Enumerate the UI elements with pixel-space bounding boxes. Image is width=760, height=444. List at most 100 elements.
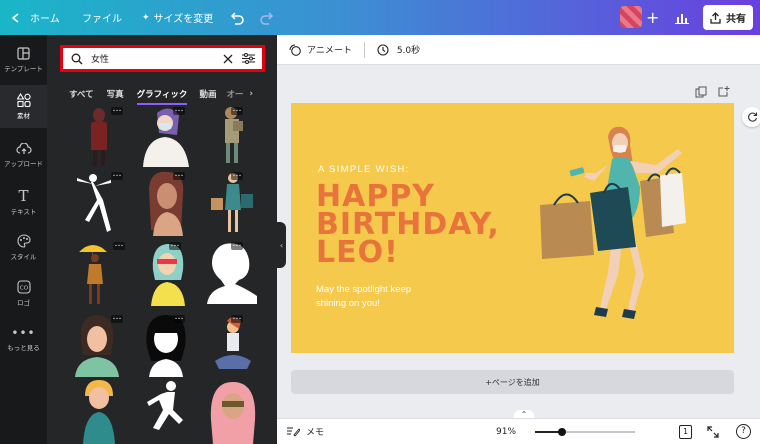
- shopping-woman-illustration[interactable]: [536, 123, 696, 338]
- more-options-icon[interactable]: …: [111, 170, 123, 180]
- rail-item-text[interactable]: T テキスト: [0, 182, 47, 222]
- rail-item-elements[interactable]: 素材: [0, 85, 47, 128]
- tab-photos[interactable]: 写真: [107, 88, 124, 100]
- bar-chart-icon: [675, 13, 689, 24]
- help-button[interactable]: ?: [736, 424, 751, 439]
- graphic-result[interactable]: …: [205, 170, 259, 234]
- add-collaborator-button[interactable]: +: [646, 0, 659, 35]
- graphic-result[interactable]: …: [77, 105, 131, 169]
- rail-label: もっと見る: [7, 344, 40, 352]
- avatar[interactable]: [620, 6, 642, 28]
- rail-item-styles[interactable]: スタイル: [0, 227, 47, 267]
- search-field[interactable]: 女性: [65, 50, 260, 67]
- rail-item-more[interactable]: ••• もっと見る: [0, 320, 47, 360]
- svg-text:CO: CO: [19, 285, 28, 291]
- refresh-icon: [747, 112, 757, 122]
- duplicate-page-icon[interactable]: [695, 86, 707, 98]
- rail-item-uploads[interactable]: アップロード: [0, 135, 47, 175]
- graphic-result[interactable]: …: [139, 170, 193, 236]
- notes-button[interactable]: メモ: [287, 425, 324, 438]
- zoom-percentage[interactable]: 91%: [496, 427, 516, 437]
- more-options-icon[interactable]: …: [231, 313, 243, 323]
- graphic-result[interactable]: [77, 380, 131, 444]
- more-options-icon[interactable]: …: [111, 313, 123, 323]
- add-page-icon[interactable]: [718, 85, 730, 97]
- more-options-icon[interactable]: …: [113, 240, 125, 250]
- graphic-result[interactable]: …: [71, 170, 125, 234]
- add-page-button[interactable]: +ページを追加: [291, 370, 734, 394]
- more-options-icon[interactable]: …: [111, 105, 123, 115]
- animate-icon: [289, 43, 301, 56]
- more-options-icon[interactable]: …: [169, 240, 181, 250]
- add-page-label: +ページを追加: [485, 377, 540, 387]
- rail-label: テキスト: [10, 207, 37, 216]
- graphic-result[interactable]: …: [71, 313, 125, 377]
- clear-icon[interactable]: [223, 54, 233, 64]
- rail-label: 素材: [17, 112, 30, 120]
- search-icon: [71, 53, 83, 64]
- resize-button[interactable]: ✦ サイズを変更: [142, 0, 213, 35]
- design-message-line1[interactable]: May the spotlight keep: [316, 283, 411, 297]
- search-input[interactable]: 女性: [91, 52, 223, 65]
- design-headline-line3[interactable]: LEO!: [316, 238, 500, 268]
- rail-item-logos[interactable]: CO ロゴ: [0, 273, 47, 313]
- share-button[interactable]: 共有: [703, 5, 753, 30]
- filter-sliders-icon[interactable]: [242, 53, 255, 64]
- tab-audio[interactable]: オー: [226, 88, 243, 100]
- notes-label: メモ: [306, 428, 325, 438]
- resize-label: サイズを変更: [153, 14, 214, 25]
- share-label: 共有: [726, 14, 746, 25]
- more-dots-icon: •••: [11, 326, 36, 340]
- more-options-icon[interactable]: …: [173, 313, 185, 323]
- cloud-upload-icon: [15, 142, 32, 154]
- more-options-icon[interactable]: …: [231, 105, 243, 115]
- bottom-bar: メモ 91% 1 ?: [277, 418, 760, 444]
- animate-label: アニメート: [307, 46, 352, 56]
- design-kicker[interactable]: A SIMPLE WISH:: [318, 164, 410, 175]
- graphic-result[interactable]: …: [205, 240, 259, 304]
- graphic-result[interactable]: [205, 380, 259, 444]
- file-label: ファイル: [82, 14, 122, 25]
- home-label: ホーム: [30, 14, 60, 25]
- chevron-right-icon[interactable]: ›: [249, 89, 253, 99]
- redo-button[interactable]: [259, 0, 275, 35]
- animate-button[interactable]: アニメート: [289, 43, 352, 56]
- rail-label: テンプレート: [4, 65, 43, 73]
- search-highlight: 女性: [60, 45, 265, 72]
- duration-label: 5.0秒: [396, 46, 421, 56]
- tab-graphics[interactable]: グラフィック: [136, 88, 188, 105]
- zoom-slider-track[interactable]: [535, 428, 635, 436]
- graphic-result[interactable]: …: [75, 240, 129, 304]
- home-button[interactable]: ホーム: [10, 0, 60, 35]
- top-bar: ホーム ファイル ✦ サイズを変更 + 共有: [0, 0, 760, 35]
- design-message-line2[interactable]: shining on you!: [316, 297, 411, 311]
- tab-all[interactable]: すべて: [69, 88, 94, 100]
- rail-label: スタイル: [10, 252, 37, 261]
- refresh-button[interactable]: [742, 107, 760, 127]
- file-menu-button[interactable]: ファイル: [82, 0, 122, 35]
- more-options-icon[interactable]: …: [173, 170, 185, 180]
- duration-button[interactable]: 5.0秒: [377, 43, 420, 56]
- insights-button[interactable]: [675, 0, 689, 35]
- template-icon: [17, 47, 30, 60]
- collapse-panel-handle[interactable]: ‹: [277, 222, 286, 268]
- graphic-result[interactable]: …: [139, 313, 193, 377]
- divider: [363, 41, 365, 58]
- page-count-button[interactable]: 1: [679, 425, 692, 439]
- text-icon: T: [18, 186, 29, 205]
- rail-item-templates[interactable]: テンプレート: [0, 40, 47, 80]
- more-options-icon[interactable]: …: [231, 240, 243, 250]
- graphic-result[interactable]: [139, 380, 193, 444]
- tab-videos[interactable]: 動画: [199, 88, 216, 100]
- graphic-result[interactable]: …: [139, 105, 193, 169]
- more-options-icon[interactable]: …: [173, 105, 185, 115]
- graphic-result[interactable]: …: [205, 105, 259, 169]
- design-canvas[interactable]: A SIMPLE WISH: HAPPY BIRTHDAY, LEO! May …: [291, 103, 734, 353]
- graphic-result[interactable]: …: [205, 313, 259, 377]
- fullscreen-icon[interactable]: [707, 426, 719, 438]
- zoom-slider-handle[interactable]: [558, 428, 566, 436]
- sparkle-icon: ✦: [142, 12, 150, 23]
- undo-button[interactable]: [229, 0, 245, 35]
- more-options-icon[interactable]: …: [231, 170, 243, 180]
- graphic-result[interactable]: …: [145, 240, 199, 306]
